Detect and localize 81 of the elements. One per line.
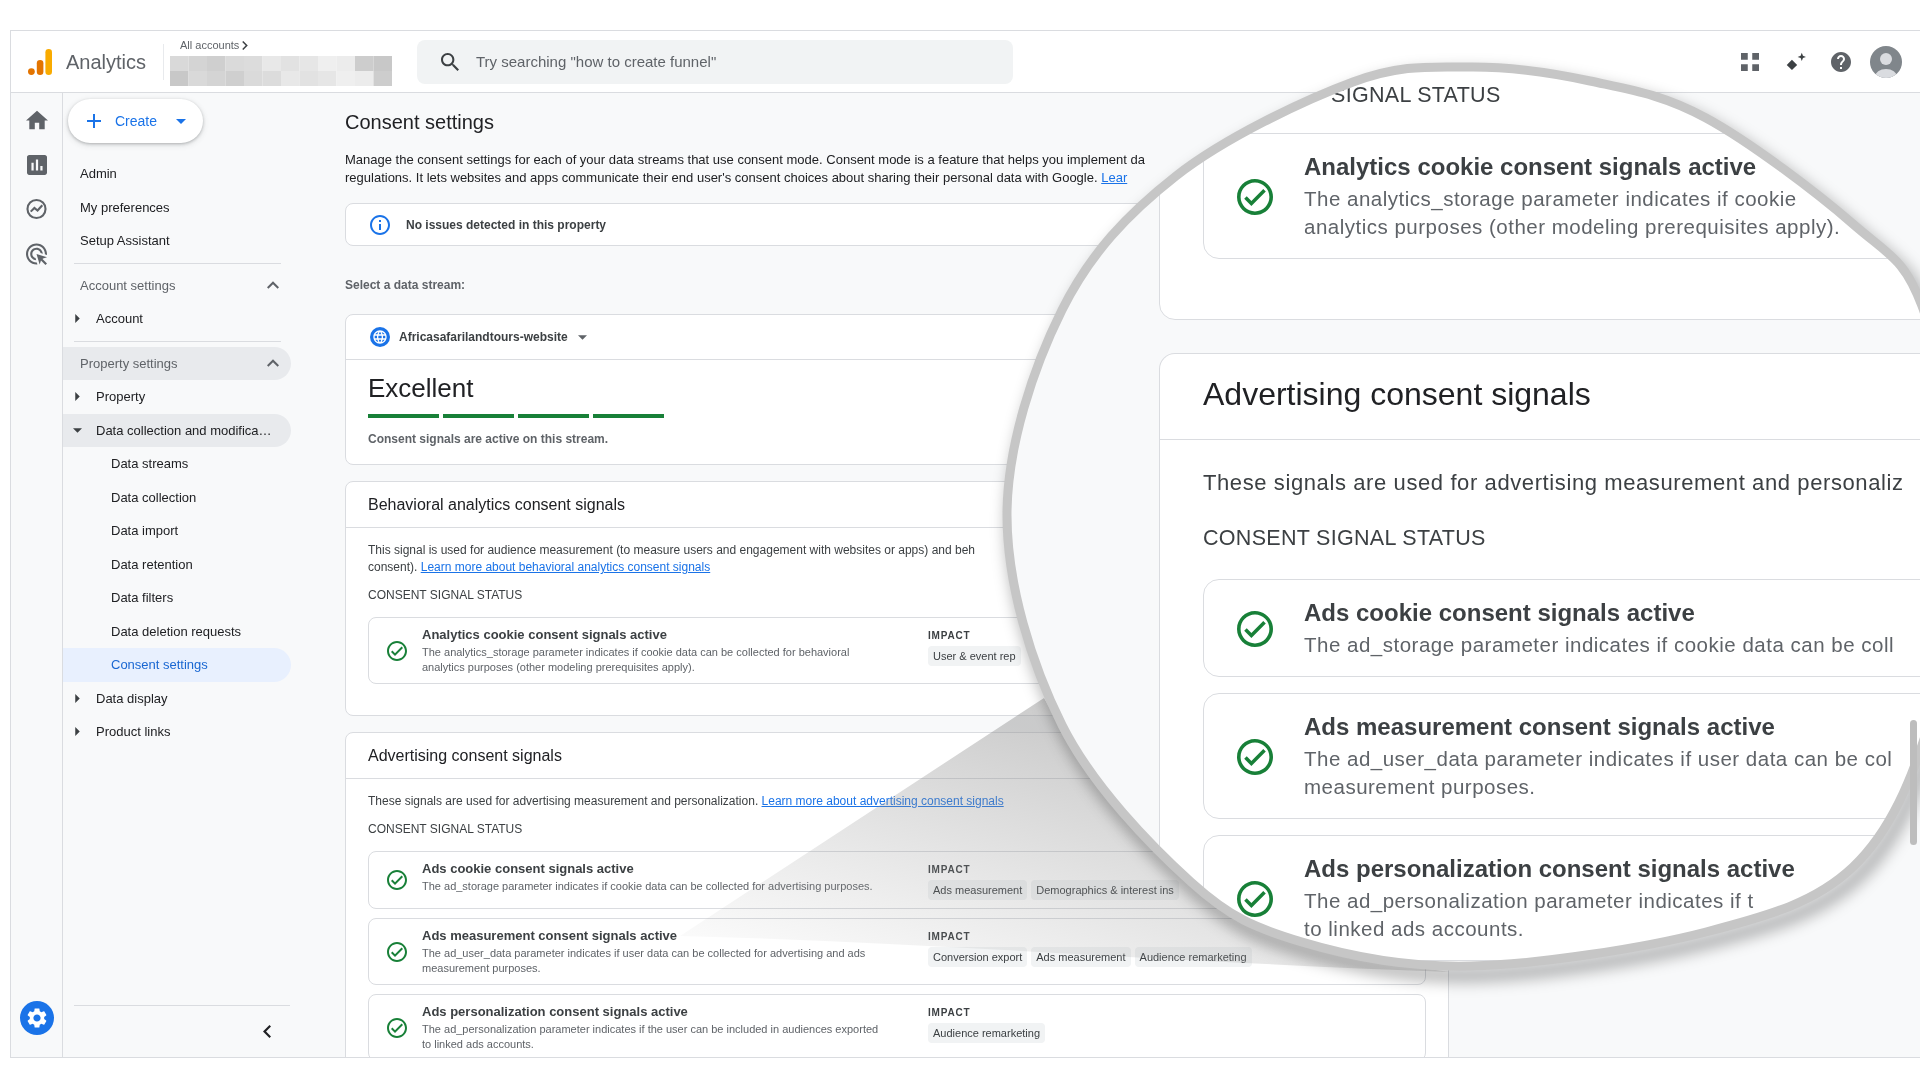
help-icon[interactable] xyxy=(1831,51,1851,72)
tree-item[interactable]: Data collection and modifica… xyxy=(63,413,291,447)
status-heading: CONSENT SIGNAL STATUS xyxy=(1203,525,1486,552)
plus-icon xyxy=(87,114,101,128)
section-header[interactable]: Account settings xyxy=(63,268,291,302)
impact-label: IMPACT xyxy=(928,629,971,642)
signal-title: Ads measurement consent signals active xyxy=(1304,712,1775,742)
signal-description: The ad_personalization parameter indicates if t to linked ads accounts. xyxy=(1304,888,1754,942)
page-title: Consent settings xyxy=(345,110,494,135)
description-text: These signals are used for advertising measurement and personalization. Learn more about advertising consent signals xyxy=(368,793,1004,810)
product-name: Analytics xyxy=(66,49,147,75)
tree-item[interactable]: Account xyxy=(63,302,291,336)
stream-label: Select a data stream: xyxy=(345,277,466,293)
signal-title: Analytics cookie consent signals active xyxy=(1304,152,1757,182)
tree-item[interactable]: Consent settings xyxy=(63,648,291,682)
caret-down-icon xyxy=(577,334,587,340)
impact-label: IMPACT xyxy=(928,1006,971,1019)
sparkle-icon[interactable] xyxy=(1785,51,1807,72)
signal-description: The ad_storage parameter indicates if cookie data can be collected for advertising purposes. xyxy=(422,878,874,894)
target-cursor-icon[interactable] xyxy=(26,241,47,266)
info-icon xyxy=(370,214,390,235)
sidebar-link[interactable]: My preferences xyxy=(63,190,291,224)
tree-item[interactable]: Data streams xyxy=(63,447,291,481)
description-text: This signal is used for audience measurement (to measure users and engagement with websites or apps) and beh consent). Learn more about behavioral analytics consent signals xyxy=(368,542,975,576)
impact-tag: Audience remarketing xyxy=(928,1022,1045,1043)
learn-more-link[interactable]: Lear xyxy=(1101,170,1128,185)
trend-circle-icon[interactable] xyxy=(26,197,47,221)
bar-chart-icon[interactable] xyxy=(26,152,47,177)
chevron-left-icon[interactable] xyxy=(263,1025,271,1038)
logo-icon xyxy=(28,48,52,75)
signal-title: Analytics cookie consent signals active xyxy=(422,626,667,643)
signal-title: Ads cookie consent signals active xyxy=(1304,598,1695,628)
tree-item[interactable]: Data retention xyxy=(63,547,291,581)
chevron-right-icon xyxy=(242,41,249,50)
learn-more-link[interactable]: Learn more about behavioral analytics consent signals xyxy=(420,560,711,574)
impact-label: IMPACT xyxy=(928,930,971,943)
tree-item[interactable]: Property xyxy=(63,380,291,414)
sidebar-link[interactable]: Admin xyxy=(63,157,291,191)
breadcrumb-link[interactable]: All accounts xyxy=(180,37,249,54)
signal-description: The ad_storage parameter indicates if cookie data can be coll xyxy=(1304,632,1895,659)
avatar-icon[interactable] xyxy=(1870,45,1902,78)
sidebar-link[interactable]: Setup Assistant xyxy=(63,224,291,258)
stream-dropdown[interactable]: Africasafarilandtours-website xyxy=(399,328,587,346)
status-heading: CONSENT SIGNAL STATUS xyxy=(368,821,523,837)
tree-item[interactable]: Data display xyxy=(63,681,291,715)
tree-item[interactable]: Data import xyxy=(63,514,291,548)
signal-description: The analytics_storage parameter indicates if cookie analytics purposes (other modeling prerequisites apply). xyxy=(1304,186,1841,240)
caret-down-icon xyxy=(176,118,186,124)
create-button[interactable]: Create xyxy=(68,99,203,143)
search-field[interactable]: Try searching "how to create funnel" xyxy=(417,39,1013,84)
section-title: Advertising consent signals xyxy=(368,745,562,766)
apps-grid-icon[interactable] xyxy=(1741,52,1759,71)
tree-item[interactable]: Data filters xyxy=(63,581,291,615)
signal-title: Ads personalization consent signals active xyxy=(422,1003,688,1020)
signal-description: The ad_user_data parameter indicates if user data can be collected for advertising and ads measurement purposes. xyxy=(422,945,867,976)
notice-text: No issues detected in this property xyxy=(406,216,607,234)
signal-description: The ad_personalization parameter indicates if the user can be included in audiences exported to linked ads accounts. xyxy=(422,1021,880,1052)
signal-title: Ads measurement consent signals active xyxy=(422,927,678,944)
description-text: Manage the consent settings for each of your data streams that use consent mode. Consent mode is a feature that helps you implement da regulations. It lets websites and apps communicate their end user's consent choices about sharing their personal data with Google. Lear xyxy=(345,151,1145,187)
signal-title: Ads cookie consent signals active xyxy=(422,860,634,877)
home-icon[interactable] xyxy=(25,108,48,132)
impact-label: IMPACT xyxy=(928,863,971,876)
tree-item[interactable]: Data collection xyxy=(63,480,291,514)
scrollbar-thumb[interactable] xyxy=(1910,720,1917,845)
settings-icon[interactable] xyxy=(19,1001,54,1035)
learn-more-link[interactable]: Learn more about advertising consent signals xyxy=(761,794,1004,808)
tree-item[interactable]: Data deletion requests xyxy=(63,614,291,648)
signal-description: The analytics_storage parameter indicates if cookie data can be collected for behavioral analytics purposes (other modeling prerequisites apply). xyxy=(422,644,851,675)
description-text: These signals are used for advertising measurement and personaliz xyxy=(1203,469,1904,497)
section-title: Behavioral analytics consent signals xyxy=(368,494,626,515)
globe-icon xyxy=(370,327,390,347)
impact-tag: User & event rep xyxy=(928,645,1021,666)
section-title: Advertising consent signals xyxy=(1203,375,1591,413)
signal-description: The ad_user_data parameter indicates if user data can be col measurement purposes. xyxy=(1304,746,1893,800)
status-heading: CONSENT SIGNAL STATUS xyxy=(368,587,523,603)
search-icon xyxy=(441,52,459,71)
section-header[interactable]: Property settings xyxy=(63,346,291,380)
stream-status-text: Consent signals are active on this stream. xyxy=(368,431,609,447)
signal-title: Ads personalization consent signals active xyxy=(1304,854,1795,884)
quality-rating: Excellent xyxy=(368,373,474,403)
tree-item[interactable]: Product links xyxy=(63,715,291,749)
